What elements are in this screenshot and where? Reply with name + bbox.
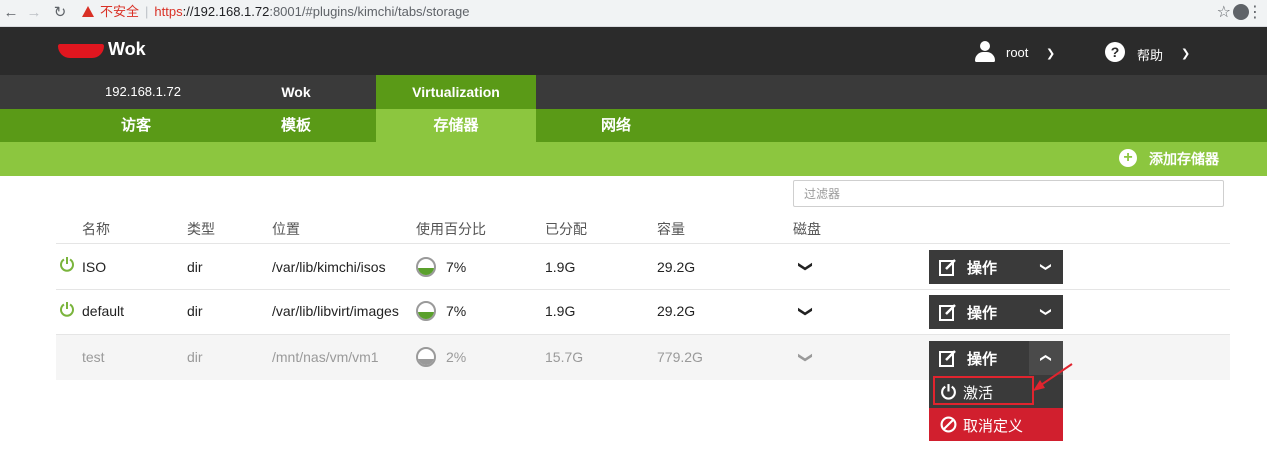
annotation-arrow-icon [1033,363,1073,391]
user-icon-body [975,52,995,62]
row-action-button[interactable]: 操作 ❯ [929,250,1063,284]
row-type: dir [187,349,203,365]
user-icon-head [980,41,990,51]
disk-expand-chevron-icon[interactable]: ❯ [797,306,814,318]
power-icon[interactable] [59,301,75,317]
col-header-location[interactable]: 位置 [272,219,300,239]
action-chevron-down-icon[interactable]: ❯ [1029,250,1063,284]
browser-menu-icon[interactable]: ⋮ [1247,2,1263,24]
row-usage: 7% [446,259,467,275]
add-storage-button[interactable]: 添加存储器 [1149,149,1219,169]
bookmark-star-icon[interactable]: ☆ [1217,2,1231,24]
help-chevron-down-icon[interactable]: ❯ [1181,47,1190,60]
tab-storage[interactable]: 存储器 [376,109,536,142]
reload-icon[interactable]: ↻ [51,3,69,23]
user-menu[interactable]: root [1006,45,1028,60]
url-path: :8001/#plugins/kimchi/tabs/storage [269,4,470,19]
url-separator: | [145,4,149,19]
row-capacity: 779.2G [657,349,703,365]
edit-icon [939,259,956,276]
row-location: /mnt/nas/vm/vm1 [272,349,379,365]
help-menu[interactable]: 帮助 [1137,45,1163,64]
row-allocated: 1.9G [545,259,576,275]
tab-templates[interactable]: 模板 [216,109,376,142]
filter-input[interactable] [793,180,1224,207]
row-usage: 7% [446,303,467,319]
address-bar[interactable]: 不安全 | https://192.168.1.72:8001/#plugins/k… [82,1,470,23]
row-action-label: 操作 [967,305,998,322]
menu-item-undefine-label: 取消定义 [963,418,1024,435]
back-icon[interactable]: ← [2,3,20,23]
top-header [0,27,1267,75]
ban-icon [940,416,957,433]
app-name: Wok [108,39,146,59]
row-action-label: 操作 [967,260,998,277]
menu-item-undefine[interactable]: 取消定义 [929,408,1063,441]
tab-host-ip[interactable]: 192.168.1.72 [70,75,216,109]
tab-guests[interactable]: 访客 [56,109,216,142]
col-header-disk: 磁盘 [793,221,821,237]
tab-wok[interactable]: Wok [216,75,376,109]
col-header-usage[interactable]: 使用百分比 [416,219,486,239]
edit-icon [939,304,956,321]
edit-icon [939,350,956,367]
col-header-name[interactable]: 名称 [82,219,110,239]
add-circle-icon[interactable]: + [1119,149,1137,167]
wok-logo-icon [58,44,104,58]
usage-gauge-icon [416,257,436,277]
row-capacity: 29.2G [657,303,696,319]
forward-icon[interactable]: → [25,3,43,23]
help-icon[interactable]: ? [1105,42,1125,62]
url-host: ://192.168.1.72 [182,4,270,19]
row-allocated: 1.9G [545,303,576,319]
row-location: /var/lib/libvirt/images [272,303,399,319]
row-type: dir [187,259,203,275]
row-action-button[interactable]: 操作 ❯ [929,295,1063,329]
disk-expand-chevron-icon[interactable]: ❯ [797,352,814,364]
usage-gauge-icon [416,301,436,321]
row-location: /var/lib/kimchi/isos [272,259,386,275]
warning-icon [82,6,94,17]
storage-action-bar [0,142,1267,176]
row-usage: 2% [446,349,467,365]
url-scheme: https [154,4,183,19]
power-icon[interactable] [59,256,75,272]
insecure-label: 不安全 [100,4,140,19]
col-header-capacity[interactable]: 容量 [657,219,685,239]
row-capacity: 29.2G [657,259,696,275]
annotation-highlight-box [933,376,1034,405]
row-action-label: 操作 [967,351,998,368]
col-header-allocated[interactable]: 已分配 [545,219,587,239]
row-name: test [82,349,105,365]
usage-gauge-icon [416,347,436,367]
disk-expand-chevron-icon[interactable]: ❯ [797,261,814,273]
user-chevron-down-icon[interactable]: ❯ [1046,47,1055,60]
user-icon[interactable] [975,41,995,63]
tab-network[interactable]: 网络 [536,109,696,142]
action-chevron-down-icon[interactable]: ❯ [1029,295,1063,329]
row-allocated: 15.7G [545,349,584,365]
row-name: default [82,303,125,319]
col-header-type[interactable]: 类型 [187,219,215,239]
row-type: dir [187,303,203,319]
row-name: ISO [82,259,107,275]
tab-virtualization[interactable]: Virtualization [376,75,536,109]
